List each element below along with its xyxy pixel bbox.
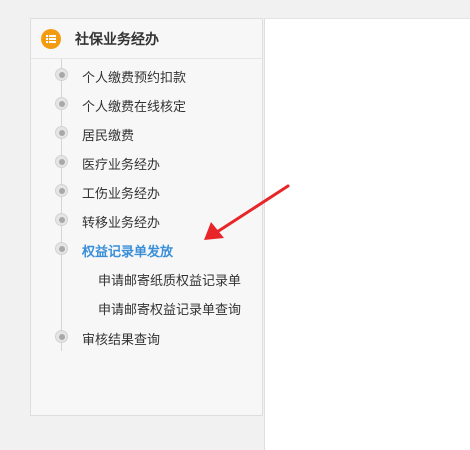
red-arrow-annotation xyxy=(204,184,290,240)
